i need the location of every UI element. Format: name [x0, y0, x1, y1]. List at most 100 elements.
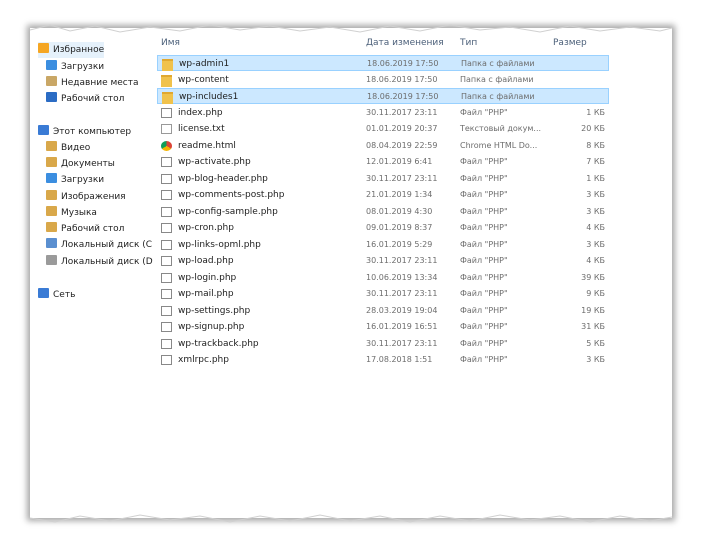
- sidebar-item[interactable]: Загрузки: [46, 59, 104, 75]
- file-type: Папка с файлами: [461, 92, 535, 101]
- file-type: Файл "PHP": [460, 338, 508, 348]
- php-file-icon: [161, 206, 172, 217]
- sidebar-item[interactable]: Сеть: [38, 287, 75, 303]
- file-row[interactable]: readme.html 08.04.2019 22:59 Chrome HTML D…: [157, 138, 609, 154]
- file-size: 7 КБ: [586, 157, 605, 166]
- sidebar-item[interactable]: Музыка: [46, 205, 97, 221]
- file-name: wp-comments-post.php: [178, 190, 285, 200]
- php-file-icon: [161, 157, 172, 167]
- file-row[interactable]: wp-activate.php 12.01.2019 6:41 Файл "PHP"…: [157, 154, 609, 170]
- sidebar-item-label: Загрузки: [61, 175, 105, 185]
- column-header-size[interactable]: Размер: [553, 36, 587, 50]
- file-date: 10.06.2019 13:34: [366, 272, 438, 282]
- file-name: wp-includes1: [179, 92, 239, 102]
- file-row[interactable]: wp-login.php 10.06.2019 13:34 Файл "PHP" 39…: [157, 270, 609, 286]
- file-size: 5 КБ: [586, 338, 605, 348]
- sidebar-item[interactable]: Локальный диск (C: [46, 237, 152, 253]
- sidebar-item[interactable]: Недавние места: [46, 75, 139, 91]
- file-type: Файл "PHP": [460, 355, 508, 364]
- file-row[interactable]: wp-signup.php 16.01.2019 16:51 Файл "PHP" 3…: [157, 319, 609, 335]
- column-header-date[interactable]: Дата изменения: [366, 36, 444, 50]
- file-row[interactable]: wp-content 18.06.2019 17:50 Папка с файлам…: [157, 72, 609, 88]
- sidebar-item[interactable]: Рабочий стол: [46, 221, 124, 237]
- file-date: 30.11.2017 23:11: [366, 173, 438, 183]
- network-icon: [38, 288, 49, 298]
- file-type: Файл "PHP": [460, 256, 508, 265]
- sidebar-item-label: Этот компьютер: [53, 127, 132, 137]
- file-date: 12.01.2019 6:41: [366, 157, 433, 166]
- sidebar-item[interactable]: Рабочий стол: [46, 91, 124, 107]
- file-row[interactable]: wp-cron.php 09.01.2019 8:37 Файл "PHP" 4 КБ: [157, 220, 609, 236]
- file-date: 18.06.2019 17:50: [366, 74, 438, 84]
- file-date: 18.06.2019 17:50: [367, 92, 439, 101]
- file-row[interactable]: wp-mail.php 30.11.2017 23:11 Файл "PHP" 9 К…: [157, 286, 609, 302]
- file-row[interactable]: wp-trackback.php 30.11.2017 23:11 Файл "PH…: [157, 336, 609, 352]
- file-date: 09.01.2019 8:37: [366, 223, 433, 232]
- file-type: Файл "PHP": [460, 157, 508, 166]
- sidebar-item[interactable]: Документы: [46, 156, 115, 172]
- folder-icon: [162, 92, 173, 104]
- file-size: 3 КБ: [586, 355, 605, 364]
- file-row[interactable]: wp-settings.php 28.03.2019 19:04 Файл "PHP…: [157, 303, 609, 319]
- file-name: license.txt: [178, 124, 225, 134]
- drive-c-icon: [46, 238, 57, 248]
- file-date: 16.01.2019 16:51: [366, 322, 438, 331]
- recent-places-icon: [46, 76, 57, 86]
- php-file-icon: [161, 305, 172, 316]
- sidebar-item-label: Документы: [61, 159, 115, 169]
- file-date: 30.11.2017 23:11: [366, 338, 438, 348]
- file-row[interactable]: license.txt 01.01.2019 20:37 Текстовый док…: [157, 121, 609, 137]
- file-row[interactable]: wp-includes1 18.06.2019 17:50 Папка с файл…: [157, 88, 609, 104]
- file-row[interactable]: wp-admin1 18.06.2019 17:50 Папка с файлами: [157, 55, 609, 71]
- column-header-name[interactable]: Имя: [161, 36, 180, 50]
- folder-icon: [162, 59, 173, 71]
- sidebar-item[interactable]: Видео: [46, 140, 90, 156]
- star-icon: [38, 43, 49, 53]
- file-size: 1 КБ: [586, 173, 605, 183]
- file-row[interactable]: wp-blog-header.php 30.11.2017 23:11 Файл "…: [157, 171, 609, 187]
- php-file-icon: [161, 190, 172, 200]
- sidebar-item-label: Рабочий стол: [61, 94, 125, 104]
- file-row[interactable]: wp-config-sample.php 08.01.2019 4:30 Файл …: [157, 204, 609, 220]
- file-row[interactable]: wp-comments-post.php 21.01.2019 1:34 Файл …: [157, 187, 609, 203]
- sidebar-item-label: Загрузки: [61, 62, 105, 72]
- sidebar-item[interactable]: Этот компьютер: [38, 124, 131, 140]
- file-name: wp-content: [178, 74, 229, 85]
- file-date: 01.01.2019 20:37: [366, 124, 438, 133]
- file-row[interactable]: xmlrpc.php 17.08.2018 1:51 Файл "PHP" 3 КБ: [157, 352, 609, 368]
- chrome-icon: [161, 140, 172, 151]
- file-date: 30.11.2017 23:11: [366, 256, 438, 265]
- file-size: 3 КБ: [586, 239, 605, 249]
- file-type: Chrome HTML Do...: [460, 140, 538, 150]
- sidebar-item[interactable]: Загрузки: [46, 172, 104, 188]
- file-date: 08.01.2019 4:30: [366, 206, 433, 216]
- sidebar-item-label: Сеть: [53, 290, 76, 300]
- desktop-icon: [46, 92, 57, 102]
- file-name: wp-admin1: [179, 59, 230, 69]
- sidebar-item[interactable]: Изображения: [46, 189, 126, 205]
- column-header-type[interactable]: Тип: [460, 36, 477, 50]
- php-file-icon: [161, 239, 172, 250]
- file-size: 39 КБ: [581, 272, 605, 282]
- file-row[interactable]: wp-links-opml.php 16.01.2019 5:29 Файл "PH…: [157, 237, 609, 253]
- file-size: 3 КБ: [586, 206, 605, 216]
- file-row[interactable]: index.php 30.11.2017 23:11 Файл "PHP" 1 КБ: [157, 105, 609, 121]
- php-file-icon: [161, 256, 172, 266]
- file-date: 16.01.2019 5:29: [366, 239, 433, 249]
- file-name: wp-config-sample.php: [178, 206, 278, 217]
- file-name: xmlrpc.php: [178, 355, 229, 365]
- php-file-icon: [161, 322, 172, 332]
- file-type: Файл "PHP": [460, 322, 508, 331]
- file-name: wp-activate.php: [178, 157, 251, 167]
- sidebar-item-label: Недавние места: [61, 78, 139, 88]
- sidebar-item-label: Изображения: [61, 192, 126, 202]
- file-date: 30.11.2017 23:11: [366, 107, 438, 117]
- file-date: 08.04.2019 22:59: [366, 140, 438, 150]
- file-type: Файл "PHP": [460, 206, 508, 216]
- file-name: wp-mail.php: [178, 289, 234, 299]
- file-row[interactable]: wp-load.php 30.11.2017 23:11 Файл "PHP" 4 К…: [157, 253, 609, 269]
- file-size: 8 КБ: [586, 140, 605, 150]
- sidebar-item[interactable]: Избранное: [38, 42, 105, 58]
- file-date: 30.11.2017 23:11: [366, 289, 438, 298]
- sidebar-item[interactable]: Локальный диск (D: [46, 254, 153, 270]
